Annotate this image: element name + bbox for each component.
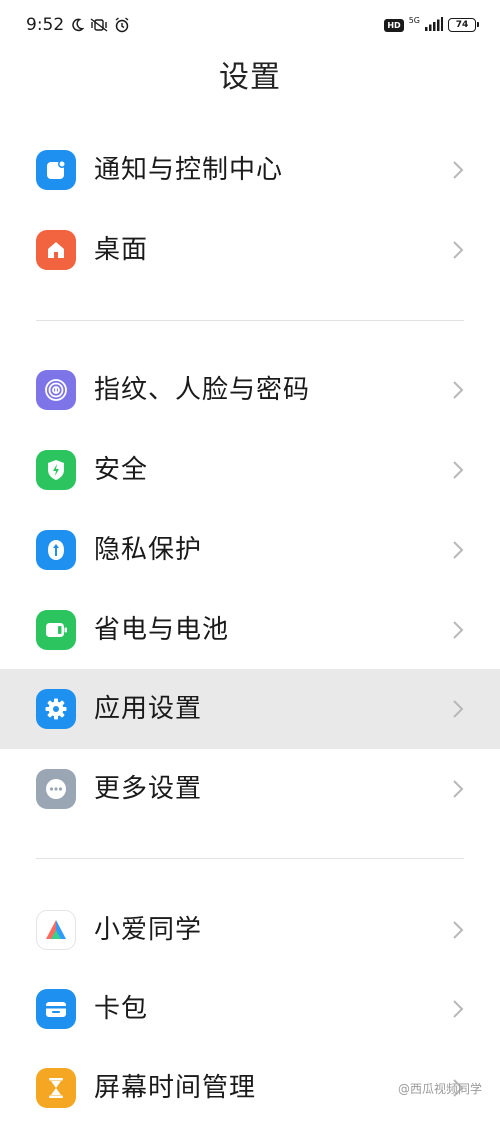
- vibrate-icon: [90, 18, 108, 32]
- settings-item-desktop[interactable]: 桌面: [0, 210, 500, 290]
- network-type: 5G: [408, 15, 420, 25]
- moon-icon: [70, 18, 85, 32]
- more-icon: [36, 769, 76, 809]
- settings-item-label: 指纹、人脸与密码: [94, 375, 311, 405]
- chevron-right-icon: [453, 621, 464, 639]
- chevron-right-icon: [453, 161, 464, 179]
- battery-icon: [36, 610, 76, 650]
- signal-icon: [425, 16, 443, 35]
- settings-item-wallet[interactable]: 卡包: [0, 969, 500, 1049]
- watermark: @西瓜视频同学: [397, 1082, 482, 1096]
- section-divider: [36, 320, 464, 321]
- settings-item-label: 卡包: [94, 994, 149, 1024]
- settings-item-battery[interactable]: 省电与电池: [0, 590, 500, 670]
- settings-item-fingerprint[interactable]: 指纹、人脸与密码: [0, 350, 500, 430]
- section-divider: [36, 858, 464, 859]
- wallet-icon: [36, 989, 76, 1029]
- status-bar: 9:52 HD 5G 74: [0, 0, 500, 50]
- status-time: 9:52: [26, 15, 65, 35]
- chevron-right-icon: [453, 461, 464, 479]
- shield-bolt-icon: [36, 450, 76, 490]
- privacy-icon: [36, 530, 76, 570]
- home-icon: [36, 230, 76, 270]
- chevron-right-icon: [453, 780, 464, 798]
- notification-icon: [36, 150, 76, 190]
- alarm-icon: [114, 17, 130, 33]
- settings-item-app-settings[interactable]: 应用设置: [0, 669, 500, 749]
- fingerprint-icon: [36, 370, 76, 410]
- settings-item-label: 隐私保护: [94, 535, 203, 565]
- chevron-right-icon: [453, 921, 464, 939]
- settings-item-label: 屏幕时间管理: [94, 1073, 257, 1103]
- battery-indicator: 74: [448, 18, 479, 32]
- settings-item-label: 安全: [94, 455, 149, 485]
- battery-level: 74: [455, 20, 469, 30]
- page-title: 设置: [219, 60, 281, 95]
- hourglass-icon: [36, 1068, 76, 1108]
- settings-item-label: 更多设置: [94, 774, 203, 804]
- settings-item-more[interactable]: 更多设置: [0, 749, 500, 829]
- gear-icon: [36, 689, 76, 729]
- settings-item-xiaoai[interactable]: 小爱同学: [0, 890, 500, 970]
- chevron-right-icon: [453, 700, 464, 718]
- chevron-right-icon: [453, 241, 464, 259]
- settings-item-notifications[interactable]: 通知与控制中心: [0, 130, 500, 210]
- settings-item-label: 通知与控制中心: [94, 155, 284, 185]
- settings-item-label: 小爱同学: [94, 915, 203, 945]
- settings-item-label: 省电与电池: [94, 615, 230, 645]
- chevron-right-icon: [453, 381, 464, 399]
- settings-item-security[interactable]: 安全: [0, 430, 500, 510]
- settings-item-label: 桌面: [94, 235, 149, 265]
- chevron-right-icon: [453, 1000, 464, 1018]
- chevron-right-icon: [453, 541, 464, 559]
- settings-item-privacy[interactable]: 隐私保护: [0, 510, 500, 590]
- settings-item-label: 应用设置: [94, 694, 203, 724]
- xiaoai-icon: [36, 910, 76, 950]
- hd-badge: HD: [384, 18, 404, 32]
